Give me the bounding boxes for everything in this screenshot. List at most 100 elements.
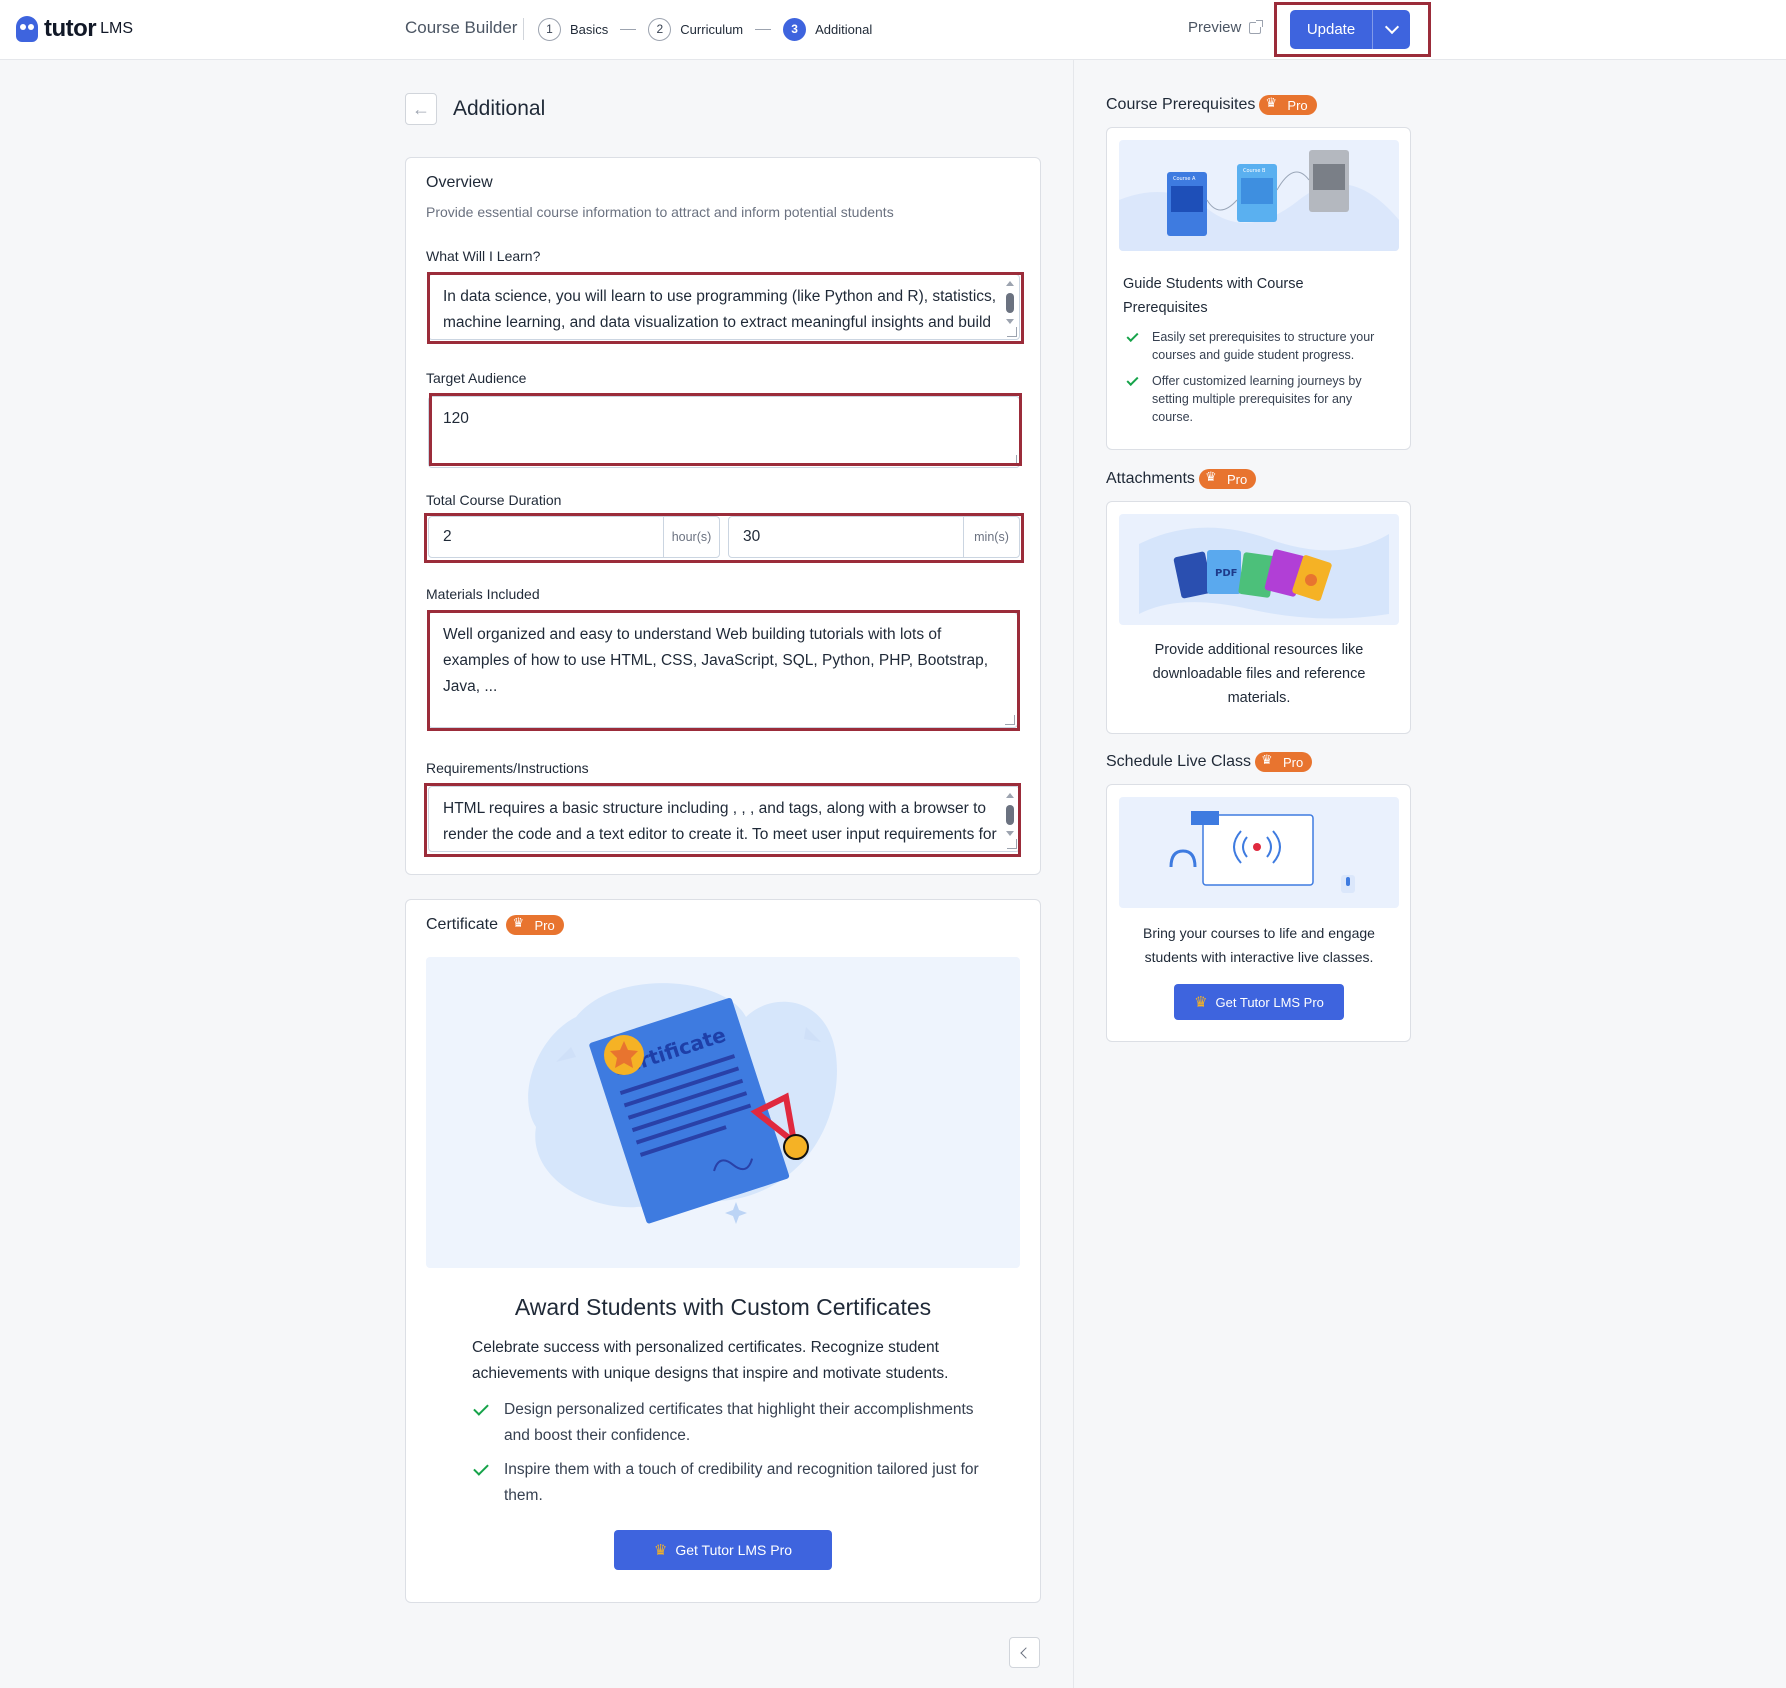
chevron-left-icon: [1020, 1646, 1032, 1659]
certificate-title: Certificate: [426, 916, 499, 934]
pro-badge: Pro: [1259, 95, 1317, 115]
live-class-graphic: [1169, 811, 1355, 893]
resize-handle[interactable]: [1007, 455, 1017, 465]
live-class-title: Schedule Live Class: [1106, 753, 1251, 770]
arrow-left-icon: ←: [412, 98, 430, 119]
get-tutor-lms-pro-button[interactable]: ♛ Get Tutor LMS Pro: [614, 1530, 832, 1570]
tutor-lms-logo[interactable]: tutor LMS: [16, 13, 133, 45]
target-audience-textarea[interactable]: 120: [428, 396, 1020, 468]
attachments-card: PDF Provide additional resources like do…: [1106, 501, 1411, 734]
attachments-graphic: PDF: [1139, 527, 1389, 619]
check-icon: [473, 1460, 489, 1476]
steps-divider: [523, 18, 524, 40]
step-label: Basics: [570, 21, 609, 37]
duration-hours-input[interactable]: 2 hour(s): [428, 516, 720, 558]
prerequisites-title-row: Course Prerequisites Pro: [1106, 95, 1317, 115]
overview-title: Overview: [426, 174, 493, 191]
step-connector: [620, 28, 637, 30]
learn-text: In data science, you will learn to use p…: [443, 288, 997, 331]
resize-handle[interactable]: [1005, 715, 1015, 725]
step-connector: [755, 28, 772, 30]
illus-course-a: Course A: [1173, 176, 1196, 182]
materials-included-textarea[interactable]: Well organized and easy to understand We…: [428, 612, 1018, 728]
collapse-sidebar-button[interactable]: [1009, 1637, 1040, 1668]
page-title: Additional: [453, 97, 546, 120]
step-number: 2: [648, 17, 672, 41]
bullet-text: Inspire them with a touch of credibility…: [504, 1461, 979, 1504]
builder-steps: 1 Basics 2 Curriculum 3 Additional: [523, 16, 872, 42]
owl-logo-icon: [16, 16, 38, 42]
bullet-text: Easily set prerequisites to structure yo…: [1152, 330, 1375, 362]
attachments-title-row: Attachments Pro: [1106, 469, 1257, 489]
crown-icon: ♛: [1194, 994, 1208, 1011]
hours-value: 2: [443, 528, 452, 545]
materials-text: Well organized and easy to understand We…: [443, 626, 989, 695]
requirements-textarea[interactable]: HTML requires a basic structure includin…: [428, 786, 1020, 852]
preview-link[interactable]: Preview: [1188, 19, 1264, 36]
pro-badge: Pro: [1198, 469, 1257, 489]
prerequisites-title: Course Prerequisites: [1106, 96, 1256, 113]
bullet-text: Offer customized learning journeys by se…: [1152, 374, 1362, 424]
crown-icon: [512, 915, 525, 931]
minutes-value: 30: [743, 528, 761, 545]
step-additional[interactable]: 3 Additional: [783, 17, 873, 41]
get-tutor-lms-pro-button[interactable]: ♛ Get Tutor LMS Pro: [1174, 984, 1344, 1020]
attachments-illustration: PDF: [1119, 514, 1399, 625]
logo-text: tutor: [44, 15, 97, 42]
illus-pdf-label: PDF: [1215, 568, 1237, 579]
external-link-icon: [1249, 19, 1264, 34]
bullet-text: Design personalized certificates that hi…: [504, 1401, 974, 1444]
requirements-label: Requirements/Instructions: [426, 760, 589, 776]
step-label: Additional: [815, 21, 873, 37]
overview-card: Overview Provide essential course inform…: [405, 157, 1041, 875]
check-icon: [473, 1400, 489, 1416]
top-bar: tutor LMS Course Builder 1 Basics 2 Curr…: [0, 0, 1786, 60]
hours-unit: hour(s): [663, 517, 719, 557]
resize-handle[interactable]: [1007, 327, 1017, 337]
crown-icon: [1205, 469, 1218, 485]
requirements-text: HTML requires a basic structure includin…: [443, 800, 997, 843]
live-class-title-row: Schedule Live Class Pro: [1106, 752, 1313, 772]
step-curriculum[interactable]: 2 Curriculum: [648, 17, 744, 41]
pro-badge: Pro: [1254, 752, 1313, 772]
back-button[interactable]: ←: [405, 93, 437, 125]
resize-handle[interactable]: [1007, 839, 1017, 849]
attachments-description: Provide additional resources like downlo…: [1152, 642, 1366, 706]
certificate-graphic: Certificate: [528, 983, 837, 1224]
certificate-bullet: Design personalized certificates that hi…: [472, 1397, 982, 1449]
course-builder-title: Course Builder: [405, 18, 518, 37]
prerequisites-illustration: Course A Course B: [1119, 140, 1399, 251]
step-number: 1: [538, 17, 561, 41]
step-number: 3: [783, 17, 807, 41]
minutes-unit: min(s): [963, 517, 1019, 557]
live-class-description: Bring your courses to life and engage st…: [1143, 925, 1375, 965]
check-icon: [1126, 329, 1139, 343]
illus-course-b: Course B: [1243, 168, 1266, 174]
pro-label: Pro: [1226, 471, 1248, 487]
prerequisites-graphic: Course A Course B: [1119, 150, 1399, 251]
certificate-card: Certificate Pro Certificate: [405, 899, 1041, 1603]
materials-label: Materials Included: [426, 586, 540, 602]
pro-label: Pro: [534, 917, 555, 933]
live-class-illustration: [1119, 797, 1399, 908]
crown-icon: [1261, 752, 1274, 768]
scroll-up-icon: [1006, 793, 1014, 798]
certificate-description: Celebrate success with personalized cert…: [472, 1339, 949, 1382]
button-label: Get Tutor LMS Pro: [675, 1542, 793, 1558]
check-icon: [1126, 373, 1139, 387]
logo-sub-text: LMS: [100, 20, 134, 37]
duration-minutes-input[interactable]: 30 min(s): [728, 516, 1020, 558]
crown-icon: ♛: [653, 1542, 668, 1559]
preview-label: Preview: [1188, 19, 1242, 36]
pro-badge: Pro: [506, 915, 564, 935]
what-will-i-learn-textarea[interactable]: In data science, you will learn to use p…: [428, 274, 1020, 340]
overview-subtitle: Provide essential course information to …: [426, 204, 894, 220]
learn-label: What Will I Learn?: [426, 248, 541, 264]
prerequisites-heading: Guide Students with Course Prerequisites: [1123, 276, 1304, 316]
certificate-illustration: Certificate: [426, 957, 1020, 1268]
step-basics[interactable]: 1 Basics: [538, 17, 609, 41]
prerequisites-card: Course A Course B Guide Students with Co…: [1106, 127, 1411, 450]
pro-label: Pro: [1287, 97, 1308, 113]
step-label: Curriculum: [680, 21, 744, 37]
scroll-thumb: [1006, 805, 1014, 825]
